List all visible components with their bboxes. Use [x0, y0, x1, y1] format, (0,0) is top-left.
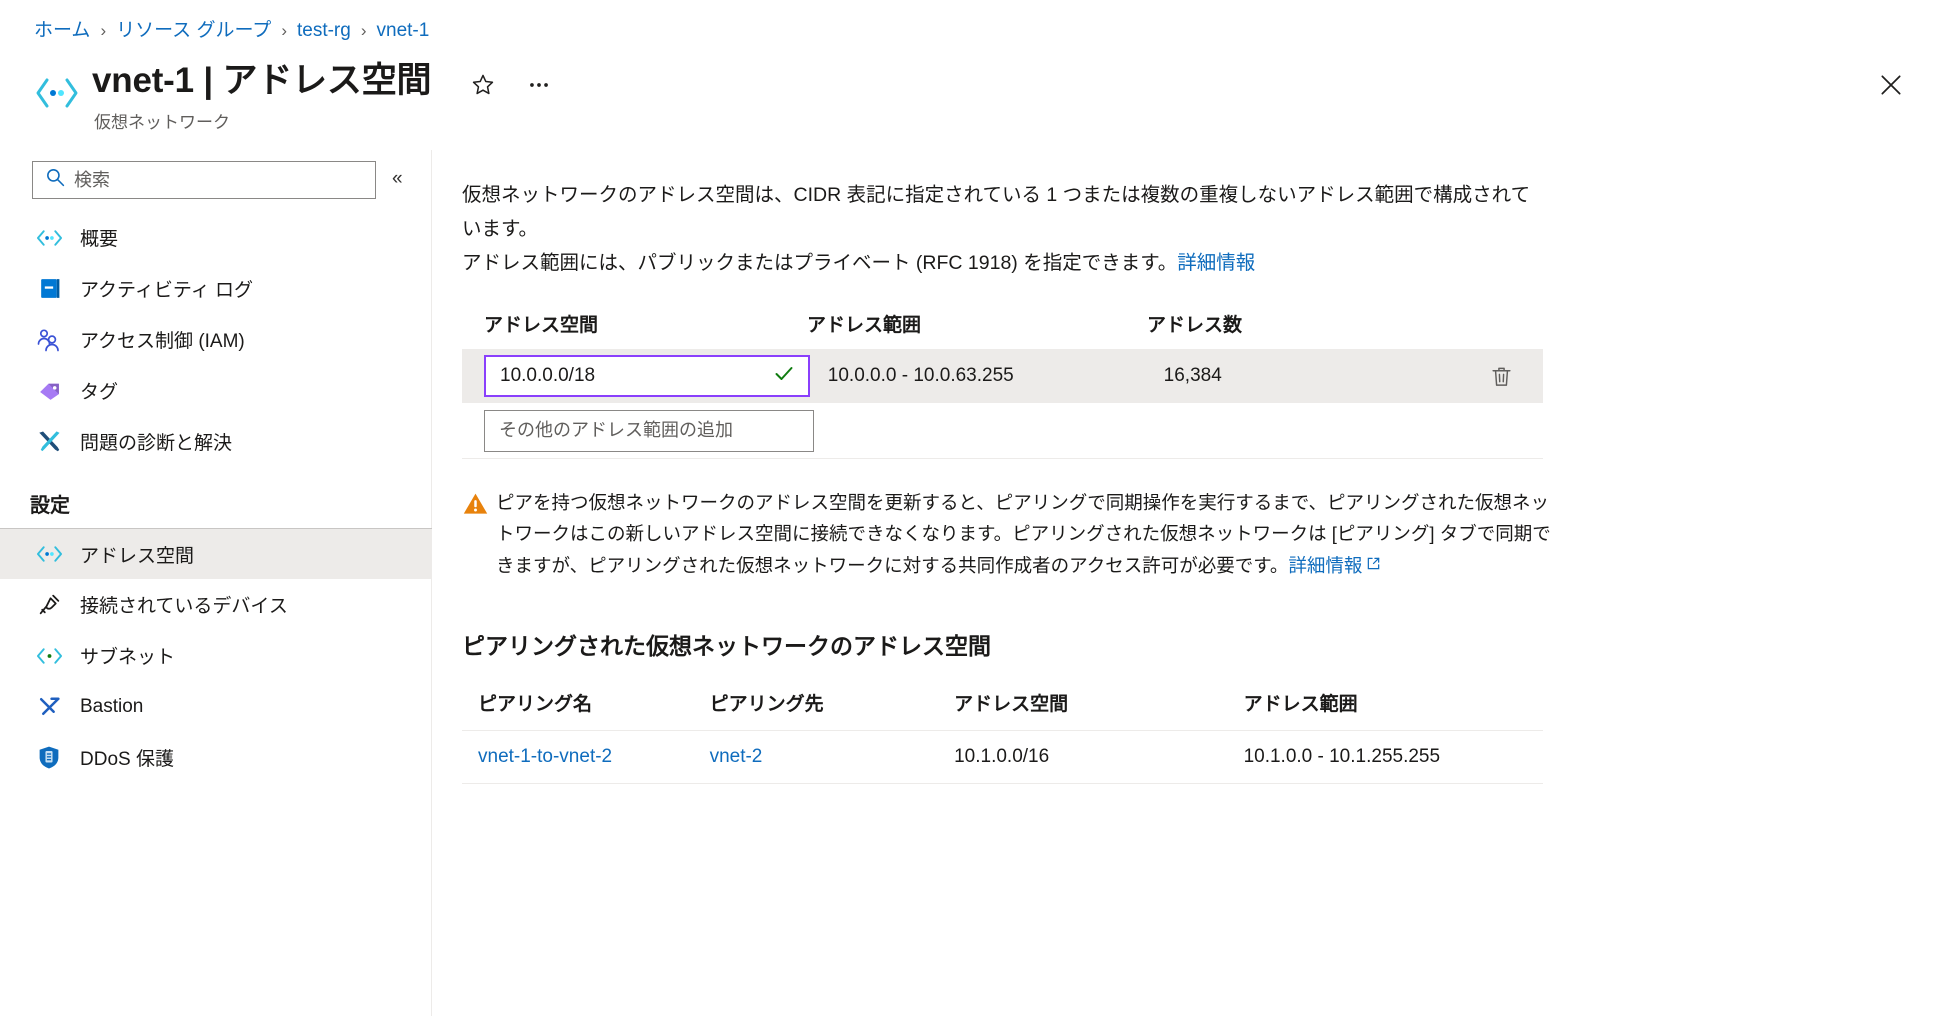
add-address-range-input[interactable] — [485, 420, 813, 441]
page-header: vnet-1 | アドレス空間 仮想ネットワーク — [34, 58, 431, 133]
peer-address-range-value: 10.1.0.0 - 10.1.255.255 — [1244, 746, 1543, 768]
sidebar-item-label: サブネット — [80, 642, 175, 669]
address-space-cidr-field[interactable] — [484, 355, 810, 397]
sidebar-item-diagnose-solve[interactable]: 問題の診断と解決 — [0, 416, 432, 467]
virtual-network-icon — [34, 224, 64, 252]
column-header-address-range: アドレス範囲 — [807, 310, 1147, 337]
warning-triangle-icon — [462, 491, 496, 581]
address-space-table: アドレス空間 アドレス範囲 アドレス数 10.0.0.0 - 10.0.63.2… — [462, 310, 1543, 459]
sidebar-item-label: アクセス制御 (IAM) — [80, 326, 245, 353]
sidebar: « 概要 — [0, 150, 432, 1016]
peering-sync-warning: ピアを持つ仮想ネットワークのアドレス空間を更新すると、ピアリングで同期操作を実行… — [462, 487, 1552, 581]
column-header-peering-target: ピアリング先 — [710, 689, 955, 716]
peering-name-link[interactable]: vnet-1-to-vnet-2 — [478, 746, 612, 767]
sidebar-item-ddos-protection[interactable]: DDoS 保護 — [0, 732, 432, 783]
sidebar-item-activity-log[interactable]: アクティビティ ログ — [0, 263, 432, 314]
azure-portal-page: ホーム › リソース グループ › test-rg › vnet-1 vnet-… — [0, 0, 1944, 1016]
search-box[interactable] — [32, 161, 376, 199]
close-icon[interactable] — [1874, 68, 1908, 102]
title-actions — [468, 70, 554, 100]
column-header-peering-name: ピアリング名 — [478, 689, 710, 716]
ellipsis-icon[interactable] — [524, 70, 554, 100]
sidebar-item-label: Bastion — [80, 696, 143, 718]
page-subtitle: 仮想ネットワーク — [94, 108, 431, 133]
sidebar-item-label: 接続されているデバイス — [80, 591, 288, 618]
description-line-1: 仮想ネットワークのアドレス空間は、CIDR 表記に指定されている 1 つまたは複… — [462, 184, 1530, 240]
warning-text-block: ピアを持つ仮想ネットワークのアドレス空間を更新すると、ピアリングで同期操作を実行… — [496, 487, 1552, 581]
trash-icon[interactable] — [1482, 364, 1521, 389]
star-icon[interactable] — [468, 70, 498, 100]
warning-learn-more-link[interactable]: 詳細情報 — [1288, 555, 1362, 576]
peering-target-link[interactable]: vnet-2 — [710, 746, 763, 767]
sidebar-item-address-space[interactable]: アドレス空間 — [0, 528, 432, 579]
bastion-icon — [34, 693, 64, 721]
breadcrumb-separator: › — [100, 18, 106, 44]
table-row: vnet-1-to-vnet-2 vnet-2 10.1.0.0/16 10.1… — [462, 730, 1543, 784]
subnet-icon — [34, 642, 64, 670]
add-address-range-row — [462, 403, 1543, 459]
address-count-value: 16,384 — [1146, 365, 1482, 387]
description-line-2: アドレス範囲には、パブリックまたはプライベート (RFC 1918) を指定でき… — [462, 252, 1177, 274]
sidebar-nav: 概要 アクティビティ ログ — [0, 212, 432, 783]
address-space-icon — [34, 540, 64, 568]
sidebar-item-label: DDoS 保護 — [80, 744, 174, 771]
checkmark-icon — [772, 362, 796, 391]
diagnose-tools-icon — [34, 428, 64, 456]
peered-vnets-table: ピアリング名 ピアリング先 アドレス空間 アドレス範囲 vnet-1-to-vn… — [462, 689, 1543, 784]
sidebar-group-settings: 設定 — [0, 467, 432, 528]
address-space-cidr-input[interactable] — [486, 365, 808, 387]
add-address-range-field[interactable] — [484, 410, 814, 452]
activity-log-icon — [34, 275, 64, 303]
sidebar-item-label: 問題の診断と解決 — [80, 428, 232, 455]
sidebar-item-connected-devices[interactable]: 接続されているデバイス — [0, 579, 432, 630]
column-header-peer-address-space: アドレス空間 — [954, 689, 1243, 716]
breadcrumb-item-resource-groups[interactable]: リソース グループ — [116, 18, 271, 44]
column-header-peer-address-range: アドレス範囲 — [1244, 689, 1543, 716]
search-icon — [41, 167, 74, 193]
warning-text: ピアを持つ仮想ネットワークのアドレス空間を更新すると、ピアリングで同期操作を実行… — [496, 492, 1551, 576]
breadcrumb-item-vnet-1[interactable]: vnet-1 — [377, 18, 430, 44]
sidebar-item-overview[interactable]: 概要 — [0, 212, 432, 263]
page-title: vnet-1 | アドレス空間 — [92, 58, 431, 104]
virtual-network-icon — [34, 70, 80, 116]
table-header-row: ピアリング名 ピアリング先 アドレス空間 アドレス範囲 — [462, 689, 1543, 730]
breadcrumb-separator: › — [361, 18, 367, 44]
sidebar-item-subnets[interactable]: サブネット — [0, 630, 432, 681]
table-row: 10.0.0.0 - 10.0.63.255 16,384 — [462, 349, 1543, 403]
access-control-icon — [34, 326, 64, 354]
collapse-sidebar-button[interactable]: « — [392, 168, 403, 190]
learn-more-link[interactable]: 詳細情報 — [1177, 252, 1255, 274]
peer-address-space-value: 10.1.0.0/16 — [954, 746, 1243, 768]
sidebar-item-label: アクティビティ ログ — [80, 275, 253, 302]
peered-vnets-section-title: ピアリングされた仮想ネットワークのアドレス空間 — [462, 627, 1944, 661]
connected-devices-icon — [34, 591, 64, 619]
sidebar-item-label: アドレス空間 — [80, 541, 194, 568]
column-header-address-space: アドレス空間 — [462, 310, 807, 337]
table-header-row: アドレス空間 アドレス範囲 アドレス数 — [462, 310, 1543, 349]
breadcrumb-item-test-rg[interactable]: test-rg — [297, 18, 351, 44]
breadcrumb-item-home[interactable]: ホーム — [34, 18, 90, 44]
address-range-value: 10.0.0.0 - 10.0.63.255 — [810, 365, 1146, 387]
external-link-icon — [1366, 549, 1381, 580]
sidebar-item-access-control[interactable]: アクセス制御 (IAM) — [0, 314, 432, 365]
column-header-address-count: アドレス数 — [1147, 310, 1487, 337]
sidebar-item-label: タグ — [80, 377, 118, 404]
tag-icon — [34, 377, 64, 405]
main-content: 仮想ネットワークのアドレス空間は、CIDR 表記に指定されている 1 つまたは複… — [462, 150, 1944, 1016]
address-space-description: 仮想ネットワークのアドレス空間は、CIDR 表記に指定されている 1 つまたは複… — [462, 150, 1537, 280]
breadcrumb: ホーム › リソース グループ › test-rg › vnet-1 — [34, 18, 429, 44]
sidebar-item-tags[interactable]: タグ — [0, 365, 432, 416]
search-input[interactable] — [74, 170, 367, 191]
breadcrumb-separator: › — [281, 18, 287, 44]
ddos-shield-icon — [34, 744, 64, 772]
sidebar-item-bastion[interactable]: Bastion — [0, 681, 432, 732]
sidebar-item-label: 概要 — [80, 224, 118, 251]
